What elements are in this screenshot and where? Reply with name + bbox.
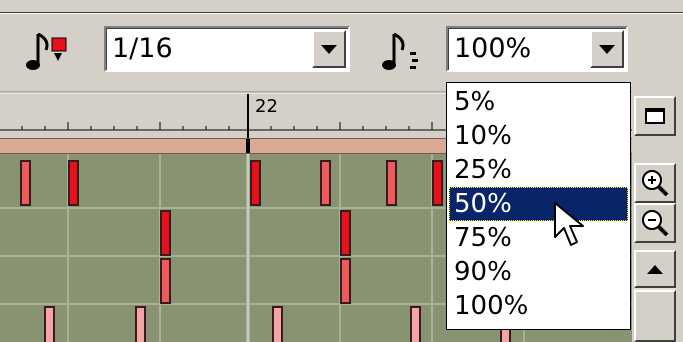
toolbar-highlight [0, 13, 683, 14]
midi-note[interactable] [432, 160, 443, 206]
playhead-marker [246, 139, 250, 153]
midi-note[interactable] [320, 160, 331, 206]
zoom-out-button[interactable] [634, 203, 676, 243]
midi-note[interactable] [272, 306, 283, 342]
chevron-down-icon [599, 44, 615, 54]
window-icon [645, 108, 665, 124]
dropdown-option[interactable]: 5% [449, 85, 628, 119]
dropdown-option[interactable]: 25% [449, 153, 628, 187]
scroll-up-arrow-icon [647, 264, 663, 274]
scroll-up-button[interactable] [634, 250, 676, 288]
zoom-out-icon [642, 210, 669, 237]
bar-number-label: 22 [255, 96, 278, 117]
midi-note[interactable] [160, 258, 171, 304]
dropdown-option[interactable]: 75% [449, 221, 628, 255]
midi-note[interactable] [250, 160, 261, 206]
midi-note[interactable] [20, 160, 31, 206]
snap-combobox[interactable]: 1/16 [104, 26, 350, 72]
vertical-scroll-thumb[interactable] [634, 290, 676, 342]
dropdown-option[interactable]: 90% [449, 255, 628, 289]
midi-note[interactable] [135, 306, 146, 342]
window-button[interactable] [634, 96, 676, 136]
dropdown-option[interactable]: 100% [449, 289, 628, 323]
chevron-down-icon [321, 44, 337, 54]
midi-note[interactable] [340, 258, 351, 304]
midi-note[interactable] [44, 306, 55, 342]
midi-note[interactable] [386, 160, 397, 206]
zoom-in-button[interactable] [634, 163, 676, 203]
velocity-dropdown-button[interactable] [590, 30, 624, 68]
midi-note[interactable] [68, 160, 79, 206]
dropdown-option[interactable]: 10% [449, 119, 628, 153]
snap-dropdown-button[interactable] [312, 30, 346, 68]
velocity-combobox[interactable]: 100% [446, 26, 628, 72]
midi-note[interactable] [340, 210, 351, 256]
mouse-pointer-icon [553, 201, 593, 251]
dropdown-option-selected[interactable]: 50% [449, 187, 628, 221]
velocity-dropdown-list[interactable]: 5% 10% 25% 50% 75% 90% 100% [446, 82, 631, 330]
midi-note[interactable] [410, 306, 421, 342]
note-snap-icon[interactable] [24, 30, 74, 74]
zoom-in-icon [642, 170, 669, 197]
note-velocity-icon[interactable] [382, 30, 432, 74]
midi-note[interactable] [160, 210, 171, 256]
